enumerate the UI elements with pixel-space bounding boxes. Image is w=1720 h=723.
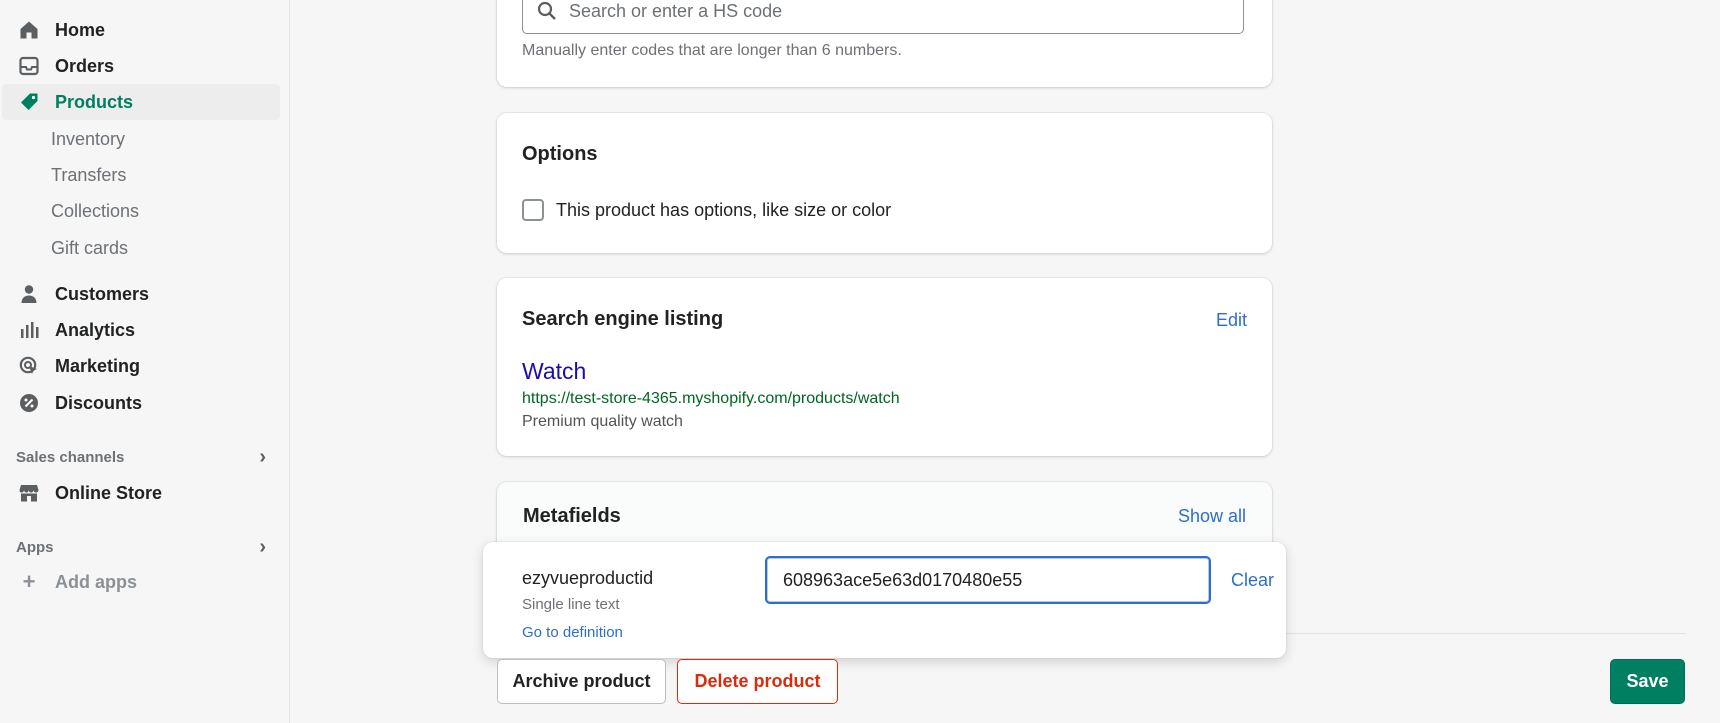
options-title: Options (522, 143, 598, 165)
nav-customers-label: Customers (55, 283, 150, 304)
metafields-title: Metafields (523, 505, 621, 527)
options-checkbox-row[interactable]: This product has options, like size or c… (522, 199, 891, 221)
tag-icon (18, 91, 40, 113)
person-icon (18, 283, 40, 305)
target-icon (18, 355, 40, 377)
sales-channels-section: Sales channels › (16, 446, 266, 469)
hs-code-placeholder: Search or enter a HS code (569, 0, 783, 21)
nav-products-label: Products (55, 91, 134, 112)
nav-analytics-label: Analytics (55, 319, 136, 340)
nav-online-store-label: Online Store (55, 482, 163, 503)
orders-icon (18, 55, 40, 77)
metafield-popover: ezyvueproductid Single line text Go to d… (483, 542, 1286, 658)
metafield-value: 608963ace5e63d0170480e55 (783, 569, 1023, 590)
metafields-show-all-button[interactable]: Show all (1178, 506, 1246, 527)
divider (1272, 633, 1686, 634)
seo-page-title: Watch (522, 358, 587, 384)
seo-description: Premium quality watch (522, 413, 683, 430)
metafield-type: Single line text (522, 596, 620, 613)
archive-product-button[interactable]: Archive product (497, 659, 666, 704)
sidebar: Home Orders Products Inventory Transfers… (0, 0, 290, 723)
hs-code-search-input[interactable]: Search or enter a HS code (522, 0, 1244, 34)
seo-card: Search engine listing Edit Watch https:/… (497, 278, 1272, 456)
nav-discounts[interactable]: Discounts (2, 385, 280, 421)
nav-marketing[interactable]: Marketing (2, 348, 280, 384)
nav-gift-cards[interactable]: Gift cards (51, 233, 128, 263)
hs-code-help-text: Manually enter codes that are longer tha… (522, 42, 902, 59)
sales-channels-label: Sales channels (16, 449, 125, 466)
metafield-name: ezyvueproductid (522, 568, 654, 588)
nav-customers[interactable]: Customers (2, 276, 280, 312)
add-apps-label: Add apps (55, 571, 138, 592)
hs-code-card: Search or enter a HS code Manually enter… (497, 0, 1272, 87)
apps-section: Apps › (16, 536, 266, 559)
nav-collections[interactable]: Collections (51, 196, 139, 226)
metafield-value-input[interactable]: 608963ace5e63d0170480e55 (765, 556, 1211, 604)
home-icon (18, 19, 40, 41)
nav-online-store[interactable]: Online Store (2, 475, 280, 511)
clear-button[interactable]: Clear (1231, 570, 1274, 591)
store-icon (18, 482, 40, 504)
nav-home-label: Home (55, 19, 106, 40)
nav-discounts-label: Discounts (55, 392, 143, 413)
apps-label: Apps (16, 539, 54, 556)
plus-icon: + (22, 569, 36, 594)
nav-add-apps[interactable]: + Add apps (2, 564, 280, 600)
seo-edit-button[interactable]: Edit (1216, 310, 1247, 331)
discount-icon (18, 392, 40, 414)
nav-analytics[interactable]: Analytics (2, 312, 280, 348)
nav-orders-label: Orders (55, 55, 115, 76)
search-icon (537, 1, 557, 21)
options-checkbox-label: This product has options, like size or c… (556, 199, 892, 220)
nav-home[interactable]: Home (2, 12, 280, 48)
nav-inventory[interactable]: Inventory (51, 124, 125, 154)
go-to-definition-link[interactable]: Go to definition (522, 624, 623, 641)
seo-url: https://test-store-4365.myshopify.com/pr… (522, 390, 900, 407)
chevron-right-icon[interactable]: › (259, 446, 266, 469)
options-card: Options This product has options, like s… (497, 113, 1272, 253)
nav-orders[interactable]: Orders (2, 48, 280, 84)
nav-transfers[interactable]: Transfers (51, 160, 126, 190)
bar-chart-icon (18, 319, 40, 341)
nav-products[interactable]: Products (2, 84, 280, 120)
chevron-right-icon[interactable]: › (259, 536, 266, 559)
save-button[interactable]: Save (1610, 659, 1685, 704)
options-checkbox[interactable] (522, 199, 544, 221)
nav-marketing-label: Marketing (55, 355, 141, 376)
delete-product-button[interactable]: Delete product (677, 659, 838, 704)
seo-title: Search engine listing (522, 308, 724, 330)
